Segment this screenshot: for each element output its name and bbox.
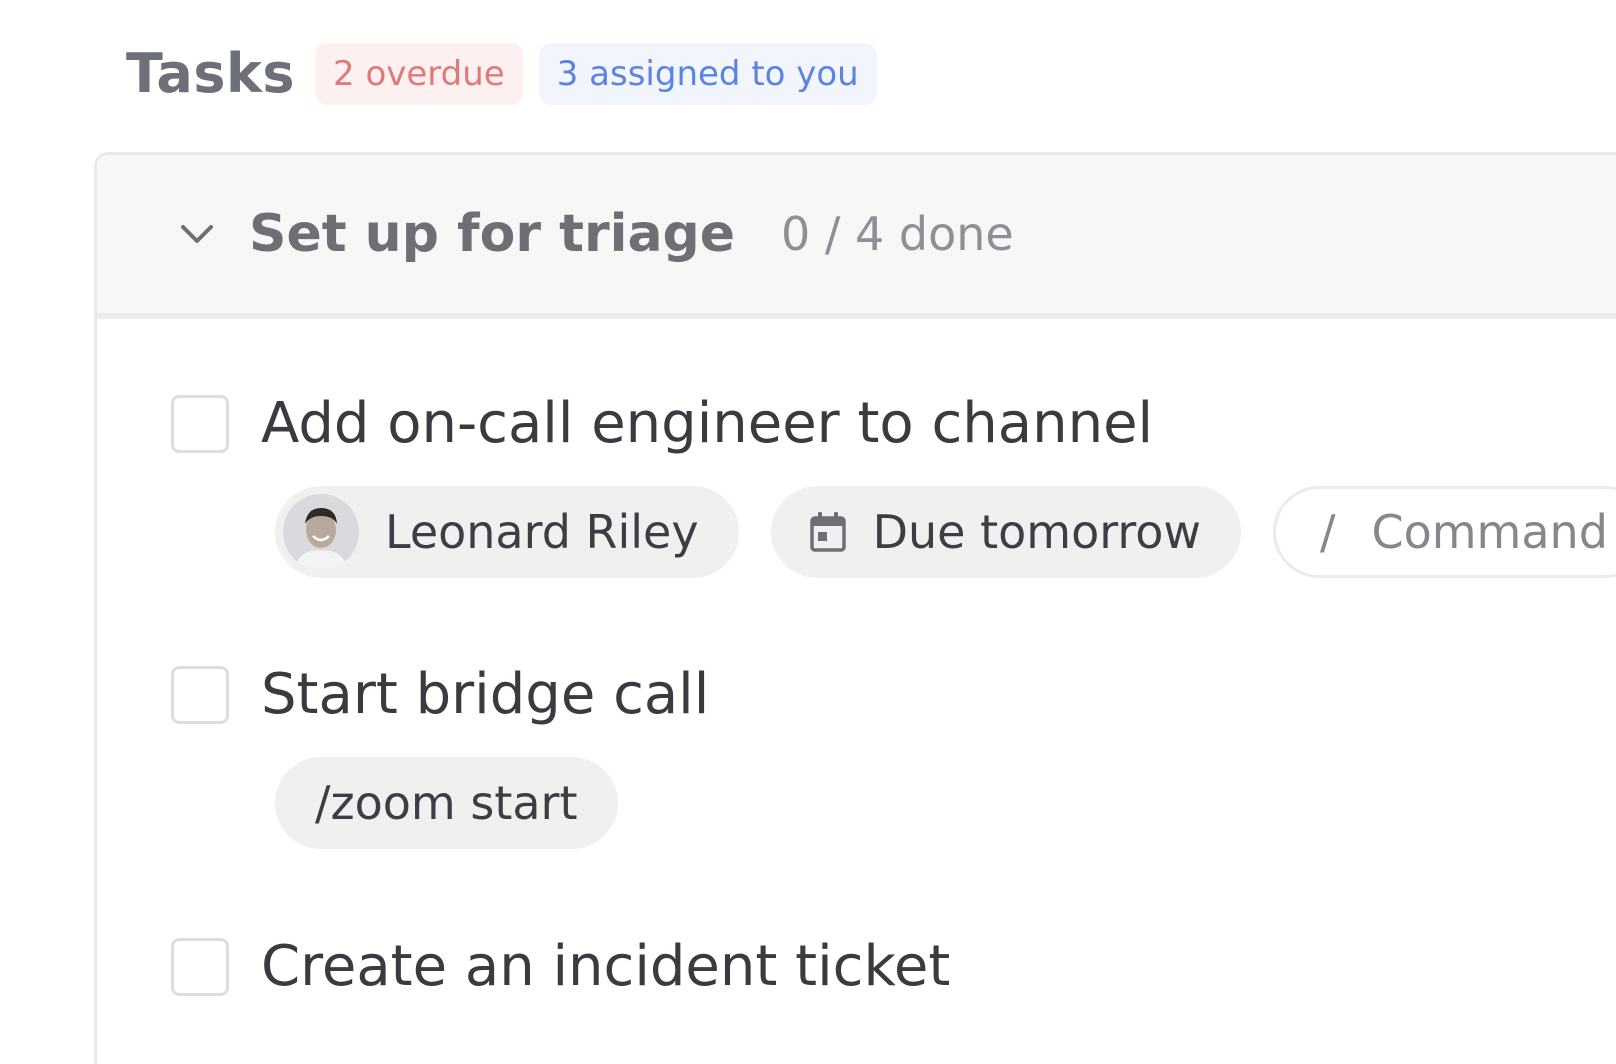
- task-checkbox[interactable]: [171, 665, 229, 724]
- task-label[interactable]: Create an incident ticket: [261, 934, 950, 999]
- task-item: Add on-call engineer to channel Leonard …: [171, 391, 1616, 578]
- assigned-badge[interactable]: 3 assigned to you: [538, 43, 877, 105]
- avatar: [283, 494, 359, 570]
- tasks-header: Tasks 2 overdue 3 assigned to you: [126, 42, 893, 106]
- task-row: Create an incident ticket: [171, 934, 950, 999]
- task-label[interactable]: Add on-call engineer to channel: [261, 391, 1153, 456]
- chevron-down-icon[interactable]: [175, 212, 219, 256]
- task-group-progress: 0 / 4 done: [781, 207, 1014, 261]
- task-row: Start bridge call: [171, 662, 709, 727]
- page-title: Tasks: [126, 42, 296, 105]
- assignee-chip[interactable]: Leonard Riley: [275, 486, 739, 578]
- task-group-header[interactable]: Set up for triage 0 / 4 done: [97, 155, 1616, 319]
- task-chips: Leonard Riley Due tomorrow / Command: [275, 486, 1616, 578]
- due-date-label: Due tomorrow: [872, 505, 1201, 559]
- command-chip[interactable]: /zoom start: [275, 757, 618, 849]
- assignee-name: Leonard Riley: [385, 505, 699, 559]
- calendar-icon: [809, 511, 847, 553]
- task-checkbox[interactable]: [171, 937, 229, 996]
- command-slash: /: [1319, 505, 1336, 559]
- tasks-panel: Tasks 2 overdue 3 assigned to you Set up…: [0, 0, 1616, 1064]
- task-group-title: Set up for triage: [249, 204, 736, 264]
- task-checkbox[interactable]: [171, 394, 229, 453]
- command-placeholder: Command: [1371, 505, 1608, 559]
- task-chips: /zoom start: [275, 757, 709, 849]
- task-group-card: Set up for triage 0 / 4 done Add on-call…: [94, 152, 1616, 1064]
- task-item: Start bridge call /zoom start: [171, 662, 709, 849]
- task-row: Add on-call engineer to channel: [171, 391, 1616, 456]
- command-input[interactable]: / Command: [1272, 486, 1616, 578]
- overdue-badge[interactable]: 2 overdue: [315, 43, 523, 105]
- due-date-chip[interactable]: Due tomorrow: [770, 486, 1241, 578]
- task-label[interactable]: Start bridge call: [261, 662, 709, 727]
- task-item: Create an incident ticket: [171, 934, 950, 999]
